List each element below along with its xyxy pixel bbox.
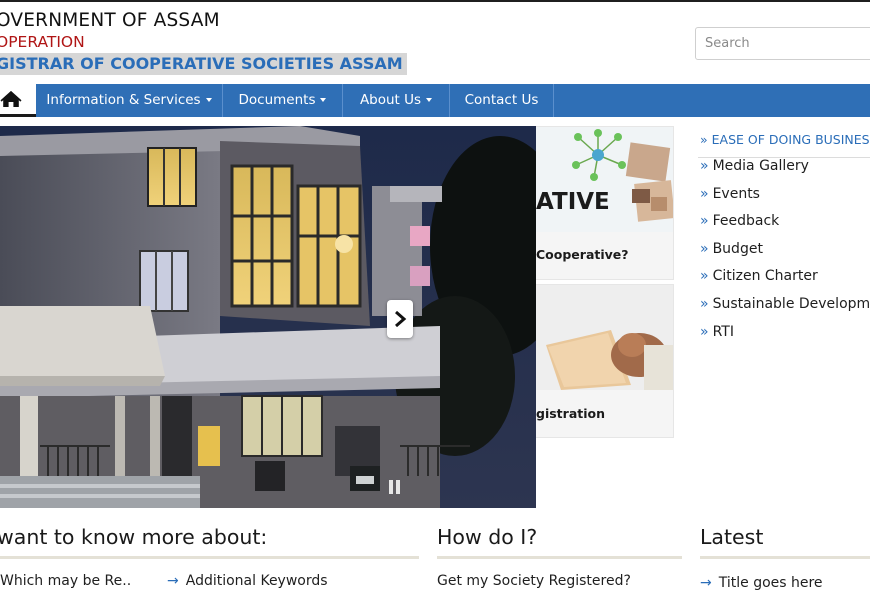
arrow-right-icon: → <box>700 575 712 591</box>
section-divider <box>0 556 419 559</box>
chevron-down-icon <box>205 98 212 102</box>
quick-link-citizen-charter[interactable]: » Citizen Charter <box>700 268 818 284</box>
department-title: OPERATION <box>0 33 85 51</box>
how-do-i-link-1[interactable]: Get my Society Registered? <box>437 573 631 589</box>
section-title-know-more: want to know more about: <box>0 525 268 549</box>
main-navigation: Information & Services Documents About U… <box>0 84 870 117</box>
double-chevron-right-icon: » <box>700 186 709 202</box>
quick-link-feedback[interactable]: » Feedback <box>700 213 779 229</box>
card-registration[interactable]: gistration <box>536 284 674 438</box>
top-border <box>0 0 870 2</box>
double-chevron-right-icon: » <box>700 268 709 284</box>
building-photo <box>0 126 536 508</box>
double-chevron-right-icon: » <box>700 158 709 174</box>
chevron-right-icon <box>395 311 407 327</box>
office-title[interactable]: GISTRAR OF COOPERATIVE SOCIETIES ASSAM <box>0 53 407 75</box>
home-button[interactable] <box>0 84 36 117</box>
cooperative-network-image: ATIVE <box>536 127 673 232</box>
card-image-text: ATIVE <box>536 189 610 215</box>
nav-documents[interactable]: Documents <box>223 84 343 117</box>
pause-icon <box>389 480 393 494</box>
double-chevron-right-icon: » <box>700 132 708 147</box>
home-active-indicator <box>0 114 36 117</box>
pause-icon-bar <box>396 480 400 494</box>
section-title-how-do-i: How do I? <box>437 525 538 549</box>
quick-link-events[interactable]: » Events <box>700 186 760 202</box>
quick-link-media-gallery[interactable]: » Media Gallery <box>700 158 809 174</box>
slider-next-button[interactable] <box>387 300 413 338</box>
double-chevron-right-icon: » <box>700 241 709 257</box>
card-cooperative-label: Cooperative? <box>536 247 629 262</box>
arrow-right-icon: → <box>167 573 179 589</box>
quick-link-budget[interactable]: » Budget <box>700 241 763 257</box>
quick-link-sustainable-development[interactable]: »Sustainable Developmen <box>700 296 870 312</box>
card-registration-image <box>536 285 673 390</box>
card-registration-label: gistration <box>536 406 605 421</box>
know-more-link-2[interactable]: → Additional Keywords <box>167 573 328 589</box>
section-title-latest: Latest <box>700 525 764 549</box>
latest-link-1[interactable]: → Title goes here <box>700 575 823 591</box>
search-input[interactable] <box>695 27 870 60</box>
chevron-down-icon <box>320 98 327 102</box>
government-title: OVERNMENT OF ASSAM <box>0 10 220 31</box>
nav-information-services-label: Information & Services <box>46 92 201 108</box>
double-chevron-right-icon: » <box>700 324 709 340</box>
slider-pause-button[interactable] <box>389 480 401 494</box>
nav-information-services[interactable]: Information & Services <box>36 84 223 117</box>
nav-contact-us[interactable]: Contact Us <box>450 84 554 117</box>
handshake-document-image <box>536 285 673 390</box>
section-divider <box>700 556 870 559</box>
double-chevron-right-icon: » <box>700 296 709 312</box>
chevron-down-icon <box>426 98 433 102</box>
card-cooperative-image: ATIVE <box>536 127 673 232</box>
know-more-link-1[interactable]: Which may be Re.. <box>0 573 131 589</box>
quick-link-ease-of-doing-business[interactable]: » EASE OF DOING BUSINESS <box>698 132 870 158</box>
section-divider <box>437 556 682 559</box>
home-icon <box>0 91 22 107</box>
nav-about-us-label: About Us <box>359 92 422 108</box>
nav-about-us[interactable]: About Us <box>343 84 450 117</box>
double-chevron-right-icon: » <box>700 213 709 229</box>
nav-contact-us-label: Contact Us <box>464 92 539 108</box>
image-slider <box>0 126 536 508</box>
nav-documents-label: Documents <box>238 92 316 108</box>
quick-link-rti[interactable]: » RTI <box>700 324 734 340</box>
card-cooperative[interactable]: ATIVE Cooperative? <box>536 126 674 280</box>
